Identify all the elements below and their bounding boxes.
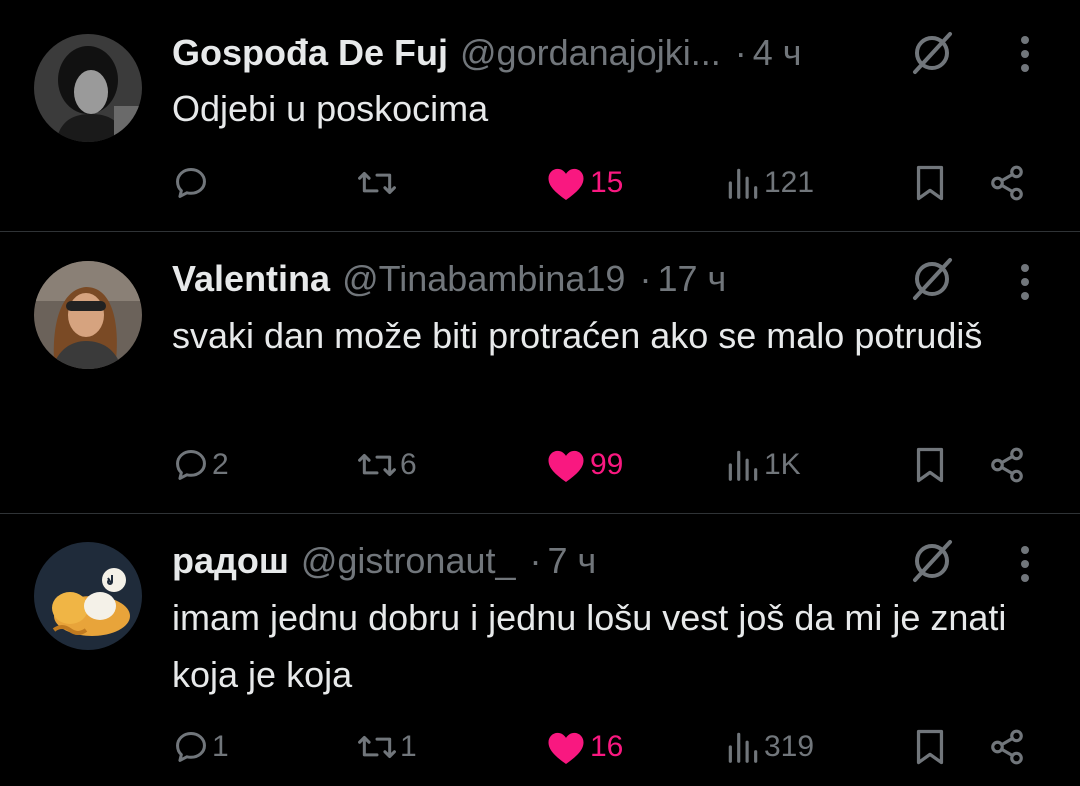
tweet-actions: 15 121 bbox=[172, 158, 1052, 208]
user-handle[interactable]: @Tinabambina19 bbox=[342, 258, 625, 300]
share-button[interactable] bbox=[988, 440, 1026, 490]
repost-count: 6 bbox=[400, 448, 417, 481]
tweet-text: imam jednu dobru i jednu lošu vest još d… bbox=[172, 597, 1007, 695]
like-button[interactable]: 16 bbox=[546, 722, 623, 772]
heart-icon bbox=[548, 168, 584, 200]
reply-icon bbox=[176, 450, 206, 480]
avatar[interactable] bbox=[34, 261, 142, 369]
heart-icon bbox=[548, 450, 584, 482]
bookmark-icon bbox=[916, 447, 944, 483]
reply-icon bbox=[176, 732, 206, 762]
tweet[interactable]: радош @gistronaut_ · 7 ч imam jednu dobr… bbox=[0, 514, 1080, 786]
bookmark-button[interactable] bbox=[912, 440, 948, 490]
more-icon[interactable] bbox=[1013, 32, 1037, 76]
display-name[interactable]: Gospođa De Fuj bbox=[172, 32, 448, 74]
repost-icon bbox=[358, 453, 396, 477]
view-count: 121 bbox=[764, 166, 815, 199]
bookmark-button[interactable] bbox=[912, 722, 948, 772]
share-icon bbox=[991, 729, 1023, 765]
avatar-photo bbox=[34, 261, 142, 369]
views-button[interactable]: 121 bbox=[724, 158, 814, 208]
separator-dot: · bbox=[529, 540, 542, 581]
repost-button[interactable] bbox=[356, 158, 400, 208]
views-button[interactable]: 319 bbox=[724, 722, 814, 772]
display-name[interactable]: радош bbox=[172, 540, 289, 582]
tweet-text: svaki dan može biti protraćen ako se mal… bbox=[172, 315, 983, 356]
avatar-photo bbox=[34, 542, 142, 650]
view-count: 319 bbox=[764, 730, 815, 763]
like-count: 99 bbox=[590, 448, 624, 481]
repost-icon bbox=[358, 171, 396, 195]
heart-icon bbox=[548, 732, 584, 764]
separator-dot: · bbox=[734, 32, 747, 73]
like-button[interactable]: 99 bbox=[546, 440, 623, 490]
avatar[interactable] bbox=[34, 34, 142, 142]
view-count: 1K bbox=[764, 448, 801, 481]
repost-button[interactable]: 1 bbox=[356, 722, 417, 772]
grok-icon[interactable] bbox=[909, 538, 955, 584]
avatar[interactable] bbox=[34, 542, 142, 650]
tweet-actions: 2 6 99 1K bbox=[172, 440, 1052, 490]
user-handle[interactable]: @gistronaut_ bbox=[301, 540, 516, 582]
reply-count: 2 bbox=[212, 448, 229, 481]
views-icon bbox=[728, 168, 758, 199]
tweet[interactable]: Valentina @Tinabambina19 · 17 ч svaki da… bbox=[0, 232, 1080, 514]
more-icon[interactable] bbox=[1013, 542, 1037, 586]
grok-icon[interactable] bbox=[909, 30, 955, 76]
reply-button[interactable]: 2 bbox=[172, 440, 229, 490]
views-button[interactable]: 1K bbox=[724, 440, 801, 490]
timestamp[interactable]: 4 ч bbox=[753, 32, 802, 74]
like-count: 16 bbox=[590, 730, 624, 763]
share-button[interactable] bbox=[988, 722, 1026, 772]
tweet-text: Odjebi u poskocima bbox=[172, 88, 489, 129]
reply-button[interactable] bbox=[172, 158, 212, 208]
bookmark-button[interactable] bbox=[912, 158, 948, 208]
avatar-photo bbox=[34, 34, 142, 142]
tweet-header: Gospođa De Fuj @gordanajojki... · 4 ч bbox=[172, 28, 801, 78]
tweet-actions: 1 1 16 319 bbox=[172, 722, 1052, 772]
tweet-header: Valentina @Tinabambina19 · 17 ч bbox=[172, 254, 726, 304]
tweet-header: радош @gistronaut_ · 7 ч bbox=[172, 536, 596, 586]
reply-count: 1 bbox=[212, 730, 229, 763]
bookmark-icon bbox=[916, 165, 944, 201]
timeline-feed: Gospođa De Fuj @gordanajojki... · 4 ч Od… bbox=[0, 0, 1080, 786]
views-icon bbox=[728, 732, 758, 763]
reply-button[interactable]: 1 bbox=[172, 722, 229, 772]
separator-dot: · bbox=[639, 258, 652, 299]
timestamp[interactable]: 7 ч bbox=[548, 540, 597, 582]
bookmark-icon bbox=[916, 729, 944, 765]
grok-icon[interactable] bbox=[909, 256, 955, 302]
share-icon bbox=[991, 165, 1023, 201]
share-icon bbox=[991, 447, 1023, 483]
repost-icon bbox=[358, 735, 396, 759]
repost-count: 1 bbox=[400, 730, 417, 763]
like-button[interactable]: 15 bbox=[546, 158, 623, 208]
more-icon[interactable] bbox=[1013, 260, 1037, 304]
user-handle[interactable]: @gordanajojki... bbox=[460, 32, 721, 74]
like-count: 15 bbox=[590, 166, 624, 199]
reply-icon bbox=[176, 168, 206, 198]
share-button[interactable] bbox=[988, 158, 1026, 208]
views-icon bbox=[728, 450, 758, 481]
tweet[interactable]: Gospođa De Fuj @gordanajojki... · 4 ч Od… bbox=[0, 0, 1080, 232]
timestamp[interactable]: 17 ч bbox=[657, 258, 726, 300]
display-name[interactable]: Valentina bbox=[172, 258, 330, 300]
repost-button[interactable]: 6 bbox=[356, 440, 417, 490]
